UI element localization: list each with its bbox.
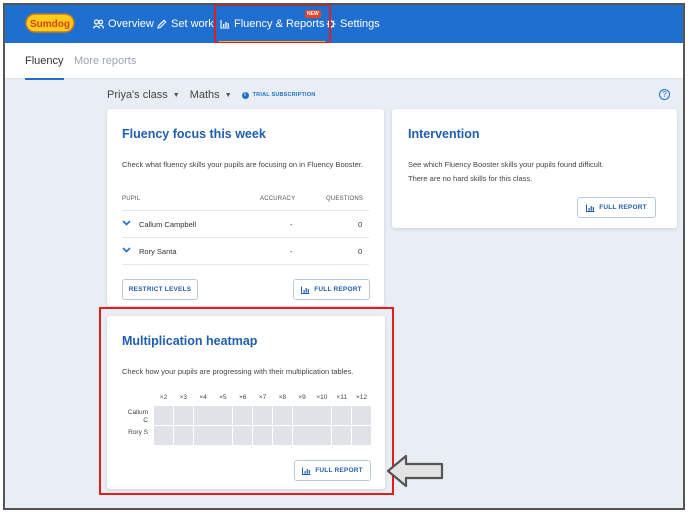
pointer-arrow-icon (386, 454, 444, 488)
intervention-card: Intervention See which Fluency Booster s… (392, 109, 677, 228)
chart-icon (301, 286, 310, 294)
table-row[interactable]: Rory Santa - 0 (122, 237, 369, 263)
fluency-full-report-label: FULL REPORT (314, 286, 362, 293)
subject-select[interactable]: Maths (190, 89, 220, 101)
tab-fluency-label: Fluency (25, 55, 64, 67)
intervention-card-title: Intervention (408, 127, 480, 141)
class-chevron-down-icon[interactable]: ▼ (173, 92, 180, 99)
sumdog-logo[interactable]: Sumdog (25, 10, 75, 36)
info-icon: i (241, 91, 249, 99)
pupil-questions: 0 (358, 220, 363, 229)
chart-icon (586, 204, 595, 212)
intervention-description-text: See which Fluency Booster skills your pu… (408, 160, 604, 169)
tab-fluency[interactable]: Fluency (25, 43, 64, 80)
class-select[interactable]: Priya's class (107, 89, 168, 101)
fluency-focus-card: Fluency focus this week Check what fluen… (107, 109, 384, 306)
nav-settings[interactable]: Settings (326, 5, 380, 43)
chevron-down-icon[interactable] (122, 247, 131, 253)
fluency-full-report-button[interactable]: FULL REPORT (293, 279, 370, 300)
column-header-pupil: PUPIL (122, 196, 141, 202)
trial-label: TRIAL SUBSCRIPTION (252, 92, 316, 98)
tab-more-reports-label: More reports (74, 55, 137, 67)
column-header-questions: QUESTIONS (326, 196, 364, 202)
heatmap-highlight-box (99, 307, 394, 495)
nav-highlight-box (214, 5, 331, 44)
class-bar: Priya's class ▼ Maths ▼ i TRIAL SUBSCRIP… (107, 89, 315, 101)
subject-chevron-down-icon[interactable]: ▼ (225, 92, 232, 99)
intervention-card-description: See which Fluency Booster skills your pu… (408, 159, 668, 184)
intervention-full-report-label: FULL REPORT (599, 204, 647, 211)
restrict-levels-label: RESTRICT LEVELS (128, 286, 192, 293)
nav-settings-label: Settings (340, 18, 380, 30)
table-row[interactable]: Callum Campbell - 0 (122, 210, 369, 236)
pupil-accuracy: - (290, 247, 293, 256)
logo-text: Sumdog (30, 19, 70, 30)
nav-overview[interactable]: Overview (93, 5, 154, 43)
intervention-full-report-button[interactable]: FULL REPORT (577, 197, 656, 218)
fluency-card-description: Check what fluency skills your pupils ar… (122, 160, 363, 169)
restrict-levels-button[interactable]: RESTRICT LEVELS (122, 279, 198, 300)
tab-more-reports[interactable]: More reports (74, 43, 136, 79)
people-icon (93, 19, 104, 29)
column-header-accuracy: ACCURACY (260, 196, 296, 202)
fluency-card-title: Fluency focus this week (122, 127, 266, 141)
intervention-status-text: There are no hard skills for this class. (408, 174, 533, 183)
tab-fluency-underline (25, 78, 64, 80)
sub-tabs: Fluency More reports (5, 43, 683, 80)
pupil-name: Callum Campbell (139, 220, 197, 229)
top-nav: Sumdog Overview Set work Fluency & Repor… (5, 5, 683, 44)
help-icon[interactable]: ? (659, 89, 670, 100)
pupil-accuracy: - (290, 220, 293, 229)
table-divider (122, 264, 369, 265)
nav-overview-label: Overview (108, 18, 154, 30)
trial-subscription-link[interactable]: i TRIAL SUBSCRIPTION (241, 91, 316, 99)
nav-set-work[interactable]: Set work (157, 5, 214, 43)
nav-set-work-label: Set work (171, 18, 214, 30)
pupil-questions: 0 (358, 247, 363, 256)
pencil-icon (157, 19, 167, 29)
pupil-name: Rory Santa (139, 247, 177, 256)
app-frame: Sumdog Overview Set work Fluency & Repor… (3, 3, 685, 510)
chevron-down-icon[interactable] (122, 220, 131, 226)
